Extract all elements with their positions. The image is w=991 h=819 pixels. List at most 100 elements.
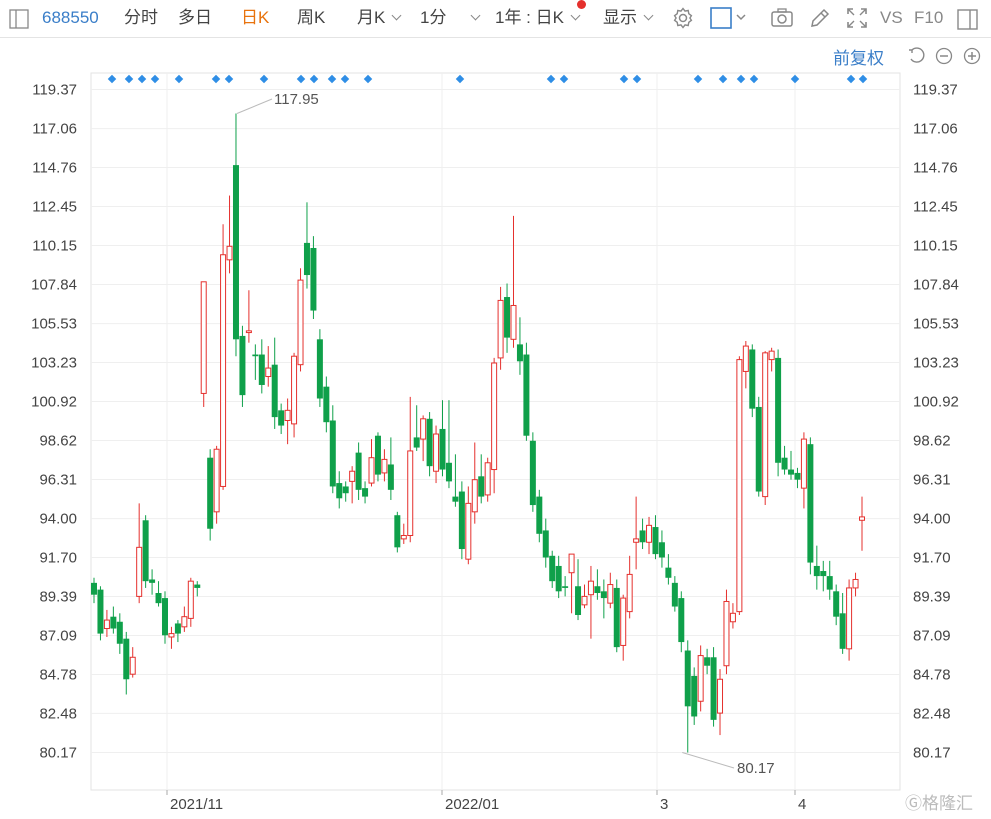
candle-body xyxy=(433,433,440,472)
event-marker-icon xyxy=(211,74,221,84)
candle-body xyxy=(284,409,291,421)
candle-body xyxy=(252,354,259,357)
event-marker-icon xyxy=(619,74,629,84)
y-tick-label: 89.39 xyxy=(913,589,951,606)
candle xyxy=(723,589,730,675)
candle-body xyxy=(820,571,827,577)
candle-body xyxy=(394,515,401,548)
candle-body xyxy=(807,444,814,563)
candle-body xyxy=(794,472,801,480)
candle-body xyxy=(594,586,601,594)
candle-body xyxy=(633,538,640,543)
candle-body xyxy=(103,619,110,630)
candle-body xyxy=(833,591,840,617)
candle xyxy=(226,195,233,274)
candle xyxy=(387,437,394,500)
y-tick-label: 80.17 xyxy=(913,745,951,762)
candle xyxy=(329,405,336,494)
candle-body xyxy=(800,438,807,489)
candle xyxy=(729,603,736,629)
candle-body xyxy=(420,418,427,440)
candle xyxy=(781,445,788,475)
candle xyxy=(529,432,536,512)
candle-body xyxy=(562,586,569,588)
candle-body xyxy=(671,582,678,607)
candle-body xyxy=(200,281,207,394)
candle xyxy=(607,572,614,609)
candle-body xyxy=(781,457,788,470)
candle-body xyxy=(316,339,323,399)
event-marker-icon xyxy=(749,74,759,84)
candle-body xyxy=(620,597,627,646)
candle xyxy=(439,400,446,477)
candle xyxy=(142,515,149,588)
candle xyxy=(536,489,543,543)
y-tick-label: 96.31 xyxy=(913,472,951,489)
candle-body xyxy=(768,350,775,361)
candle-body xyxy=(342,486,349,494)
candle xyxy=(181,606,188,632)
candle xyxy=(103,609,110,637)
candle-body xyxy=(762,352,769,498)
y-tick-label: 82.48 xyxy=(39,705,77,722)
candle-body xyxy=(471,479,478,513)
candle xyxy=(200,281,207,407)
candle-body xyxy=(646,524,653,543)
candle-body xyxy=(600,591,607,599)
high-label: 117.95 xyxy=(274,91,319,108)
candle xyxy=(265,346,272,387)
candle xyxy=(478,454,485,504)
event-marker-icon xyxy=(124,74,134,84)
y-tick-label: 103.23 xyxy=(31,354,77,371)
y-tick-label: 117.06 xyxy=(913,121,958,138)
watermark-icon: Ⓖ xyxy=(905,794,922,813)
candle-body xyxy=(736,359,743,613)
candle xyxy=(600,579,607,619)
candle xyxy=(97,586,104,641)
event-marker-icon xyxy=(309,74,319,84)
candle-body xyxy=(516,344,523,362)
y-tick-label: 107.84 xyxy=(913,277,959,294)
candle-body xyxy=(97,589,104,634)
candle xyxy=(833,584,840,626)
candle xyxy=(129,647,136,678)
candle-body xyxy=(323,386,330,423)
candle-body xyxy=(149,579,156,583)
candle xyxy=(116,613,123,654)
event-marker-icon xyxy=(790,74,800,84)
candle xyxy=(297,268,304,372)
candle xyxy=(316,329,323,407)
event-marker-icon xyxy=(546,74,556,84)
candle xyxy=(271,337,278,429)
candle xyxy=(684,640,691,753)
y-tick-label: 91.70 xyxy=(39,549,77,566)
candle-body xyxy=(484,462,491,496)
candle xyxy=(220,224,227,490)
event-marker-icon xyxy=(846,74,856,84)
candle-body xyxy=(387,464,394,490)
y-tick-label: 87.09 xyxy=(39,627,77,644)
y-tick-label: 117.06 xyxy=(32,121,77,138)
candle-body xyxy=(639,530,646,543)
candle xyxy=(91,577,97,604)
candle-body xyxy=(239,335,246,396)
candle xyxy=(671,576,678,612)
candle xyxy=(504,283,511,353)
candle-body xyxy=(116,621,123,644)
candle xyxy=(859,496,865,551)
y-tick-label: 112.45 xyxy=(913,199,958,216)
candle xyxy=(755,396,762,497)
y-tick-label: 114.76 xyxy=(913,159,958,176)
candle-body xyxy=(445,462,452,482)
candle xyxy=(426,412,433,477)
candle xyxy=(407,396,414,543)
y-tick-label: 84.78 xyxy=(39,667,77,684)
candle xyxy=(542,518,549,568)
candle xyxy=(433,425,440,484)
stock-chart-window: 688550 分时 多日 日K 周K 月K 1分 1年 : 日K 显示 VS F… xyxy=(0,0,991,819)
candle xyxy=(420,415,427,462)
y-tick-label: 80.17 xyxy=(39,745,77,762)
y-tick-label: 112.45 xyxy=(32,199,77,216)
candle-body xyxy=(575,586,582,615)
candlestick-chart[interactable]: 119.37 117.06 114.76 112.45 110.15 107.84 105.… xyxy=(0,0,991,819)
